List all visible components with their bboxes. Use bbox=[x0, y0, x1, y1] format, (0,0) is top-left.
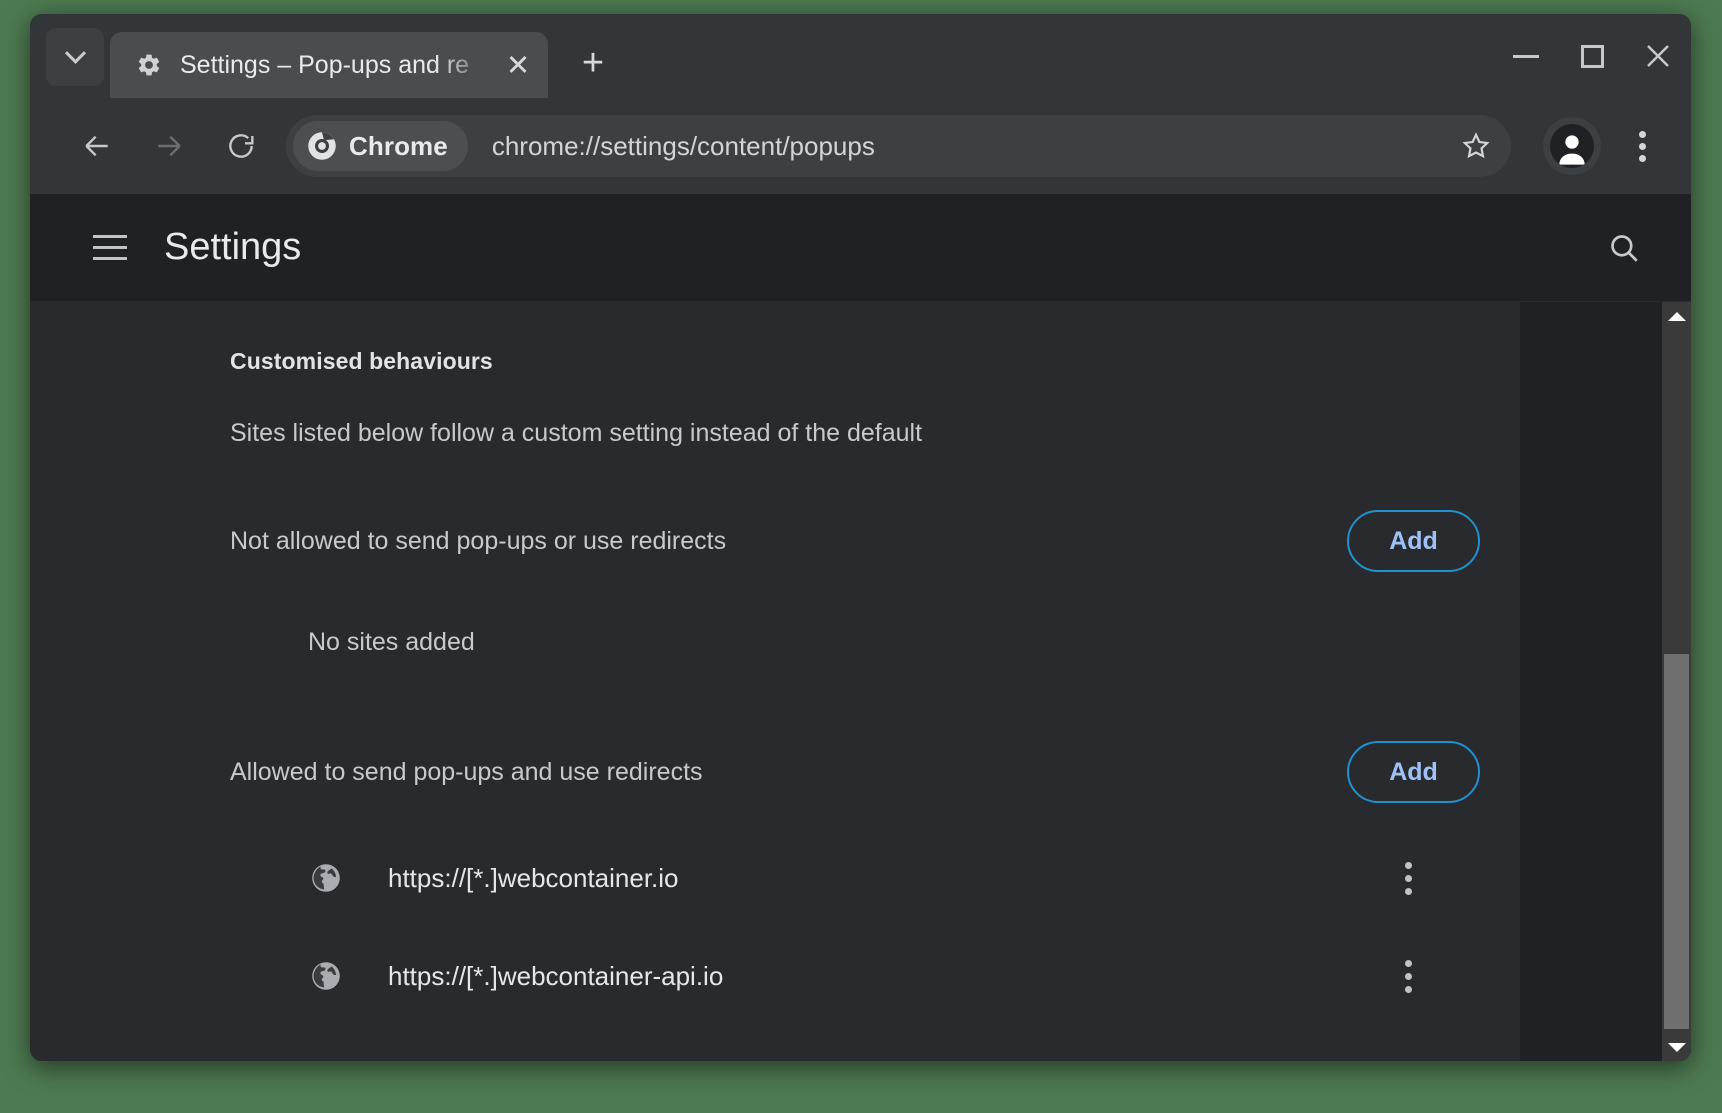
maximize-icon bbox=[1580, 44, 1604, 68]
three-dot-menu-icon bbox=[1404, 985, 1412, 993]
scrollbar-track[interactable] bbox=[1662, 330, 1691, 1033]
three-dot-menu-icon bbox=[1404, 959, 1412, 967]
settings-content-area: Customised behaviours Sites listed below… bbox=[30, 302, 1691, 1061]
scroll-up-button[interactable] bbox=[1662, 302, 1691, 330]
address-bar[interactable]: Chrome chrome://settings/content/popups bbox=[286, 115, 1511, 177]
bookmark-star-icon bbox=[1462, 132, 1490, 159]
blocked-sites-header: Not allowed to send pop-ups or use redir… bbox=[230, 510, 1480, 572]
forward-arrow-icon bbox=[158, 135, 181, 157]
close-icon bbox=[1647, 45, 1669, 67]
minimize-button[interactable] bbox=[1493, 14, 1559, 98]
three-dot-menu-icon bbox=[1638, 130, 1646, 138]
browser-menu-button[interactable] bbox=[1615, 119, 1669, 173]
add-blocked-site-button[interactable]: Add bbox=[1347, 510, 1480, 572]
profile-button[interactable] bbox=[1543, 117, 1601, 175]
settings-page: Settings Customised behaviours Sites lis… bbox=[30, 194, 1691, 1061]
chevron-down-icon bbox=[64, 42, 86, 64]
new-tab-button[interactable]: + bbox=[566, 36, 620, 90]
reload-button[interactable] bbox=[214, 119, 268, 173]
globe-icon bbox=[308, 860, 344, 896]
scroll-up-arrow-icon bbox=[1667, 311, 1686, 321]
window-controls bbox=[1493, 14, 1691, 98]
chrome-logo-icon bbox=[307, 131, 337, 161]
blocked-sites-label: Not allowed to send pop-ups or use redir… bbox=[230, 526, 727, 555]
browser-tab[interactable]: Settings – Pop-ups and re ✕ bbox=[110, 32, 548, 98]
close-window-button[interactable] bbox=[1625, 14, 1691, 98]
site-row-menu-button[interactable] bbox=[1378, 848, 1438, 908]
tab-title: Settings – Pop-ups and re bbox=[180, 50, 470, 79]
section-description: Sites listed below follow a custom setti… bbox=[230, 419, 923, 447]
allowed-sites-header: Allowed to send pop-ups and use redirect… bbox=[230, 741, 1480, 803]
back-arrow-icon bbox=[85, 135, 108, 157]
add-allowed-site-button[interactable]: Add bbox=[1347, 741, 1480, 803]
three-dot-menu-icon bbox=[1404, 874, 1412, 882]
bookmark-button[interactable] bbox=[1449, 119, 1503, 173]
account-avatar-icon bbox=[1550, 124, 1594, 168]
forward-button[interactable] bbox=[142, 119, 196, 173]
site-list-item[interactable]: https://[*.]webcontainer-api.io bbox=[230, 927, 1480, 1025]
three-dot-menu-icon bbox=[1404, 972, 1412, 980]
tab-strip: Settings – Pop-ups and re ✕ + bbox=[30, 14, 1691, 98]
blocked-sites-empty-text: No sites added bbox=[308, 628, 475, 656]
url-text[interactable]: chrome://settings/content/popups bbox=[492, 131, 1449, 162]
three-dot-menu-icon bbox=[1404, 887, 1412, 895]
allowed-sites-label: Allowed to send pop-ups and use redirect… bbox=[230, 757, 703, 786]
scroll-down-button[interactable] bbox=[1662, 1033, 1691, 1061]
settings-search-button[interactable] bbox=[1597, 221, 1651, 275]
three-dot-menu-icon bbox=[1638, 142, 1646, 150]
three-dot-menu-icon bbox=[1404, 861, 1412, 869]
tab-search-button[interactable] bbox=[46, 28, 104, 86]
customised-behaviours-card: Customised behaviours Sites listed below… bbox=[30, 302, 1520, 1061]
reload-icon bbox=[229, 134, 254, 158]
section-title: Customised behaviours bbox=[230, 348, 493, 374]
page-scrollbar[interactable] bbox=[1662, 302, 1691, 1061]
site-name: https://[*.]webcontainer.io bbox=[388, 862, 679, 893]
browser-toolbar: Chrome chrome://settings/content/popups bbox=[30, 98, 1691, 194]
three-dot-menu-icon bbox=[1638, 154, 1646, 162]
site-row-menu-button[interactable] bbox=[1378, 946, 1438, 1006]
scrollbar-thumb[interactable] bbox=[1664, 654, 1689, 1029]
site-name: https://[*.]webcontainer-api.io bbox=[388, 960, 724, 991]
minimize-icon bbox=[1513, 54, 1539, 58]
settings-toolbar: Settings bbox=[30, 194, 1691, 302]
search-icon bbox=[1611, 234, 1638, 262]
allowed-site-list: https://[*.]webcontainer.io https://[*.]w… bbox=[230, 829, 1480, 1025]
gear-icon bbox=[136, 52, 162, 78]
hamburger-menu-icon[interactable] bbox=[86, 224, 134, 272]
back-button[interactable] bbox=[70, 119, 124, 173]
chrome-chip-label: Chrome bbox=[349, 130, 448, 161]
page-title: Settings bbox=[164, 226, 302, 268]
scroll-down-arrow-icon bbox=[1667, 1042, 1686, 1052]
maximize-button[interactable] bbox=[1559, 14, 1625, 98]
tab-close-button[interactable]: ✕ bbox=[498, 45, 538, 85]
globe-icon bbox=[308, 958, 344, 994]
site-list-item[interactable]: https://[*.]webcontainer.io bbox=[230, 829, 1480, 927]
browser-window: Settings – Pop-ups and re ✕ + Chrome chr… bbox=[30, 14, 1691, 1061]
chrome-chip[interactable]: Chrome bbox=[293, 121, 468, 171]
